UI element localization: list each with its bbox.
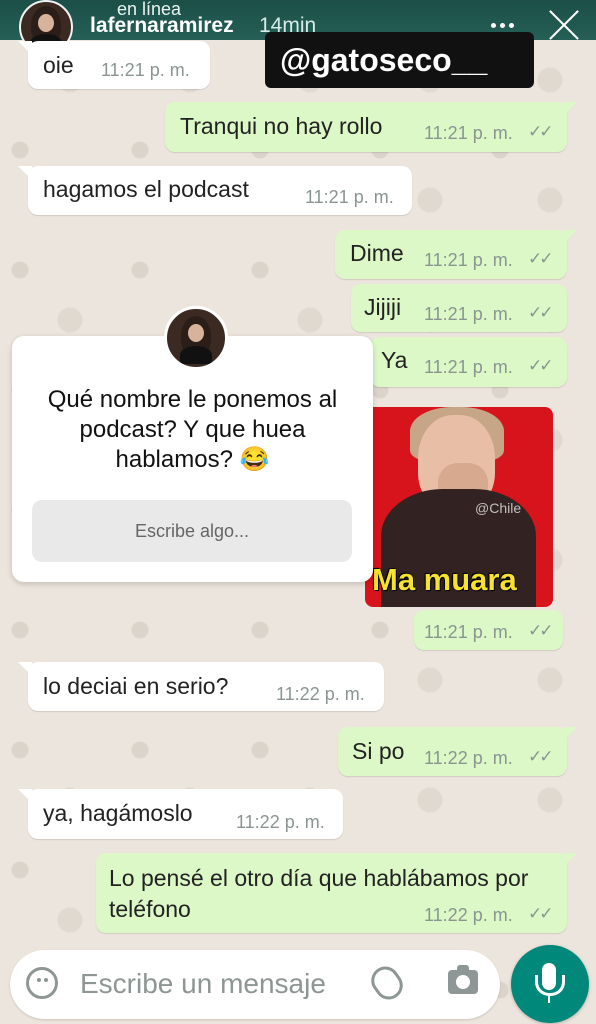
question-text: Qué nombre le ponemos al podcast? Y que … (47, 386, 338, 473)
message-text: Si po (352, 738, 405, 764)
read-receipt-icon: ✓✓ (528, 621, 553, 640)
camera-icon[interactable] (448, 965, 478, 994)
message-input[interactable]: Escribe un mensaje (80, 968, 326, 1000)
avatar-face (38, 14, 54, 32)
read-receipt-icon: ✓✓ (528, 303, 553, 322)
username[interactable]: lafernaramirez (90, 14, 234, 38)
mic-icon (535, 963, 565, 1003)
sticker-message[interactable]: @Chile Ma muara (365, 407, 553, 607)
message-time: 11:22 p. m. (424, 748, 513, 768)
message-time: 11:21 p. m. (305, 187, 394, 207)
message-time: 11:22 p. m. (276, 684, 365, 704)
message-text: Tranqui no hay rollo (180, 113, 383, 139)
emoji-icon[interactable] (26, 967, 58, 999)
message-time: 11:21 p. m. (424, 250, 513, 270)
sticker-caption: Ma muara (372, 562, 517, 597)
message-text: oie (43, 52, 74, 78)
sticker-watermark: @Chile (475, 500, 522, 516)
message-time: 11:21 p. m. (424, 357, 513, 377)
read-receipt-icon: ✓✓ (528, 356, 553, 375)
question-avatar (164, 306, 228, 370)
question-answer-input[interactable]: Escribe algo... (32, 500, 352, 562)
mention-sticker[interactable]: @gatoseco__ (265, 32, 534, 88)
message-time: 11:21 p. m. (101, 60, 190, 80)
message-text: lo deciai en serio? (43, 673, 229, 699)
read-receipt-icon: ✓✓ (528, 904, 553, 923)
message-time: 11:22 p. m. (424, 905, 513, 925)
message-text: Jijiji (364, 294, 402, 320)
read-receipt-icon: ✓✓ (528, 747, 553, 766)
message-text: ya, hagámoslo (43, 800, 193, 826)
read-receipt-icon: ✓✓ (528, 122, 553, 141)
message-time: 11:22 p. m. (236, 812, 325, 832)
message-text: hagamos el podcast (43, 176, 249, 202)
question-avatar-shirt (180, 346, 212, 364)
message-text: Dime (350, 240, 404, 266)
message-time: 11:21 p. m. (424, 304, 513, 324)
read-receipt-icon: ✓✓ (528, 249, 553, 268)
question-avatar-face (188, 324, 204, 342)
message-time: 11:21 p. m. (424, 622, 513, 642)
message-time: 11:21 p. m. (424, 123, 513, 143)
message-text: Ya (381, 347, 408, 373)
close-icon[interactable] (546, 7, 582, 43)
